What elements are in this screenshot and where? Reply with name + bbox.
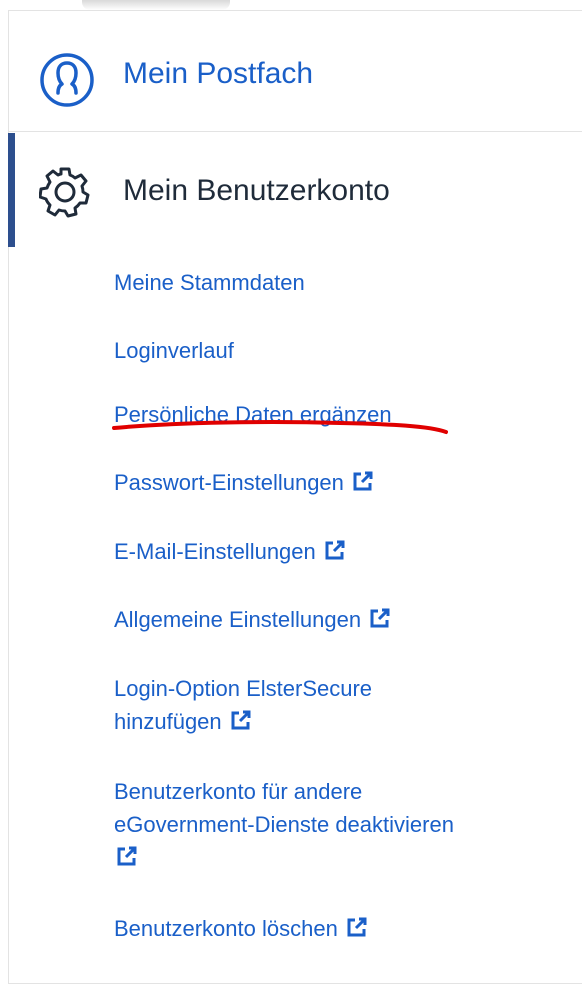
user-circle-icon	[40, 53, 94, 107]
link-label: Allgemeine Einstellungen	[114, 607, 362, 632]
link-loginverlauf[interactable]: Loginverlauf	[114, 334, 234, 367]
link-label-line2: hinzufügen	[114, 709, 222, 734]
external-link-icon	[353, 471, 373, 491]
red-underline-annotation	[112, 420, 448, 434]
external-link-icon	[231, 710, 251, 730]
external-link-icon	[325, 540, 345, 560]
external-link-icon	[117, 846, 137, 866]
link-allgemeine-einstellungen[interactable]: Allgemeine Einstellungen	[114, 603, 391, 636]
link-label: Passwort-Einstellungen	[114, 470, 344, 495]
nav-item-label: Mein Benutzerkonto	[123, 174, 390, 207]
link-label: E-Mail-Einstellungen	[114, 539, 316, 564]
external-link-icon	[347, 917, 367, 937]
link-label-line1: Benutzerkonto für andere	[114, 779, 363, 804]
external-link-icon	[370, 608, 390, 628]
gear-icon	[39, 167, 90, 218]
nav-item-mein-benutzerkonto[interactable]: Mein Benutzerkonto	[9, 133, 582, 247]
link-label: Benutzerkonto löschen	[114, 916, 338, 941]
link-benutzerkonto-loeschen[interactable]: Benutzerkonto löschen	[114, 912, 368, 945]
link-benutzerkonto-deaktivieren[interactable]: Benutzerkonto für andere eGovernment-Die…	[114, 775, 454, 874]
nav-item-mein-postfach[interactable]: Mein Postfach	[9, 11, 582, 132]
link-meine-stammdaten[interactable]: Meine Stammdaten	[114, 266, 305, 299]
link-label-line2: eGovernment-Dienste deaktivieren	[114, 812, 454, 837]
link-email-einstellungen[interactable]: E-Mail-Einstellungen	[114, 535, 346, 568]
link-login-option-elstersecure[interactable]: Login-Option ElsterSecure hinzufügen	[114, 672, 372, 738]
link-label-line1: Login-Option ElsterSecure	[114, 676, 373, 701]
link-passwort-einstellungen[interactable]: Passwort-Einstellungen	[114, 466, 374, 499]
nav-item-label: Mein Postfach	[123, 57, 314, 90]
top-tab-shadow	[82, 0, 230, 10]
